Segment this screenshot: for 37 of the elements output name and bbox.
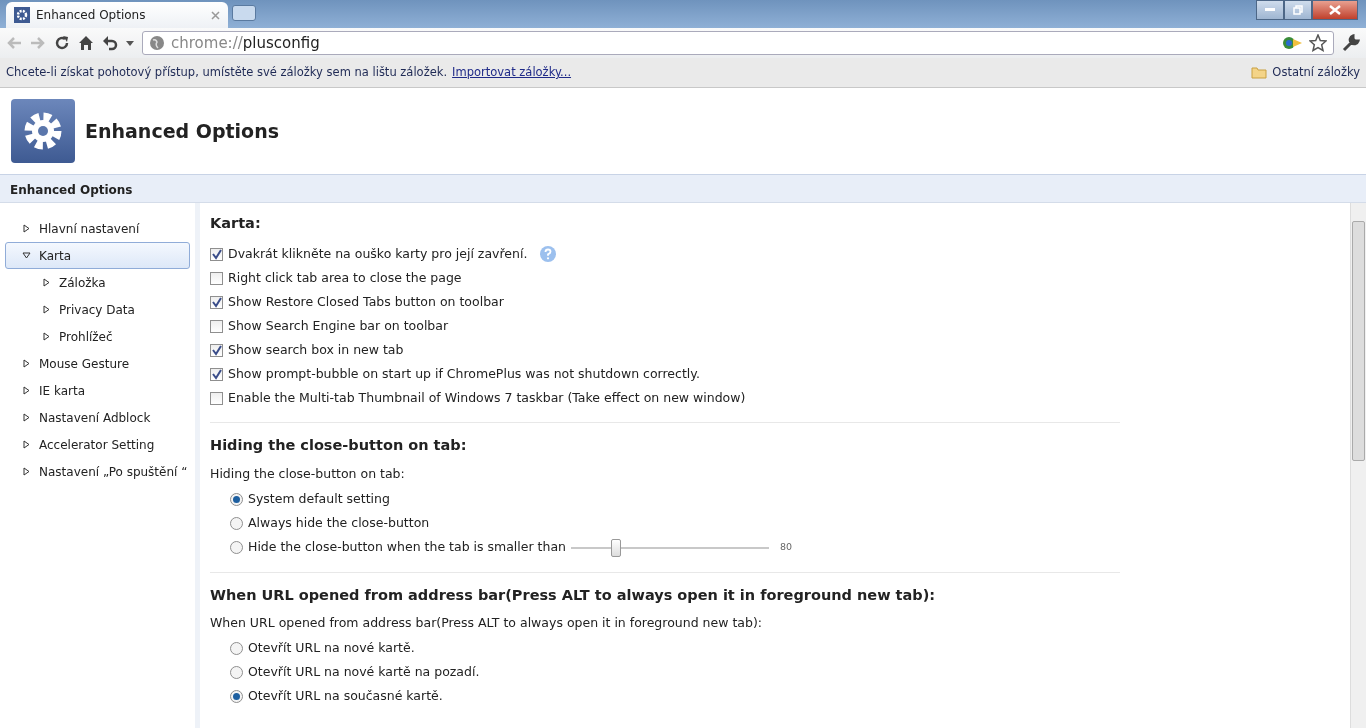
tree-item[interactable]: IE karta xyxy=(5,377,190,404)
checkbox-label: Enable the Multi-tab Thumbnail of Windows 7 taskbar (Take effect on new window) xyxy=(228,389,746,407)
checkbox-label: Show Search Engine bar on toolbar xyxy=(228,317,449,335)
bookmarks-bar-message: Chcete-li získat pohotový přístup, umístěte své záložky sem na lištu záložek. xyxy=(6,63,448,81)
tree-item[interactable]: Hlavní nastavení xyxy=(5,215,190,242)
checkbox-label: Right click tab area to close the page xyxy=(228,269,462,287)
address-bar[interactable]: chrome://plusconfig xyxy=(142,31,1334,55)
checkbox-label: Show Restore Closed Tabs button on toolbar xyxy=(228,293,504,311)
radio-label: Otevřít URL na nové kartě. xyxy=(248,639,415,658)
section-heading: When URL opened from address bar(Press ALT to always open it in foreground new tab): xyxy=(210,586,937,604)
section-bar-title: Enhanced Options xyxy=(0,175,1366,203)
tree-item[interactable]: Mouse Gesture xyxy=(5,350,190,377)
checkbox-label: Dvakrát klikněte na ouško karty pro její zavření. xyxy=(228,245,528,263)
section-heading: Hiding the close-button on tab: xyxy=(210,437,468,455)
checkbox-label: Show prompt-bubble on start up if ChromePlus was not shutdown correctly. xyxy=(228,365,700,383)
slider-value: 80 xyxy=(780,540,793,555)
tree-item[interactable]: Accelerator Setting xyxy=(5,431,190,458)
other-bookmarks-folder[interactable]: Ostatní záložky xyxy=(1272,63,1360,82)
checkbox-label: Show search box in new tab xyxy=(228,341,404,359)
tab-title: Enhanced Options xyxy=(36,7,147,24)
tree-item[interactable]: Karta xyxy=(5,242,190,269)
option-prompt: When URL opened from address bar(Press ALT to always open it in foreground new tab): xyxy=(210,613,763,632)
tree-item[interactable]: Privacy Data xyxy=(5,296,190,323)
radio-label: Hide the close-button when the tab is smaller than xyxy=(248,538,567,557)
tree-item[interactable]: Nastavení Adblock xyxy=(5,404,190,431)
tree-item[interactable]: Nastavení „Po spuštění “ xyxy=(5,458,190,485)
tree-item[interactable]: Záložka xyxy=(5,269,190,296)
tree-item[interactable]: Prohlížeč xyxy=(5,323,190,350)
browser-tab[interactable]: Enhanced Options xyxy=(6,2,228,28)
radio-label: Otevřít URL na nové kartě na pozadí. xyxy=(248,663,480,682)
option-prompt: Hiding the close-button on tab: xyxy=(210,464,406,483)
page-title: Enhanced Options xyxy=(85,119,279,143)
radio-label: Always hide the close-button xyxy=(248,514,430,533)
section-heading: Karta: xyxy=(210,215,262,233)
import-bookmarks-link[interactable]: Importovat záložky... xyxy=(452,63,572,82)
radio-label: Otevřít URL na současné kartě. xyxy=(248,687,443,706)
radio-label: System default setting xyxy=(248,490,390,509)
